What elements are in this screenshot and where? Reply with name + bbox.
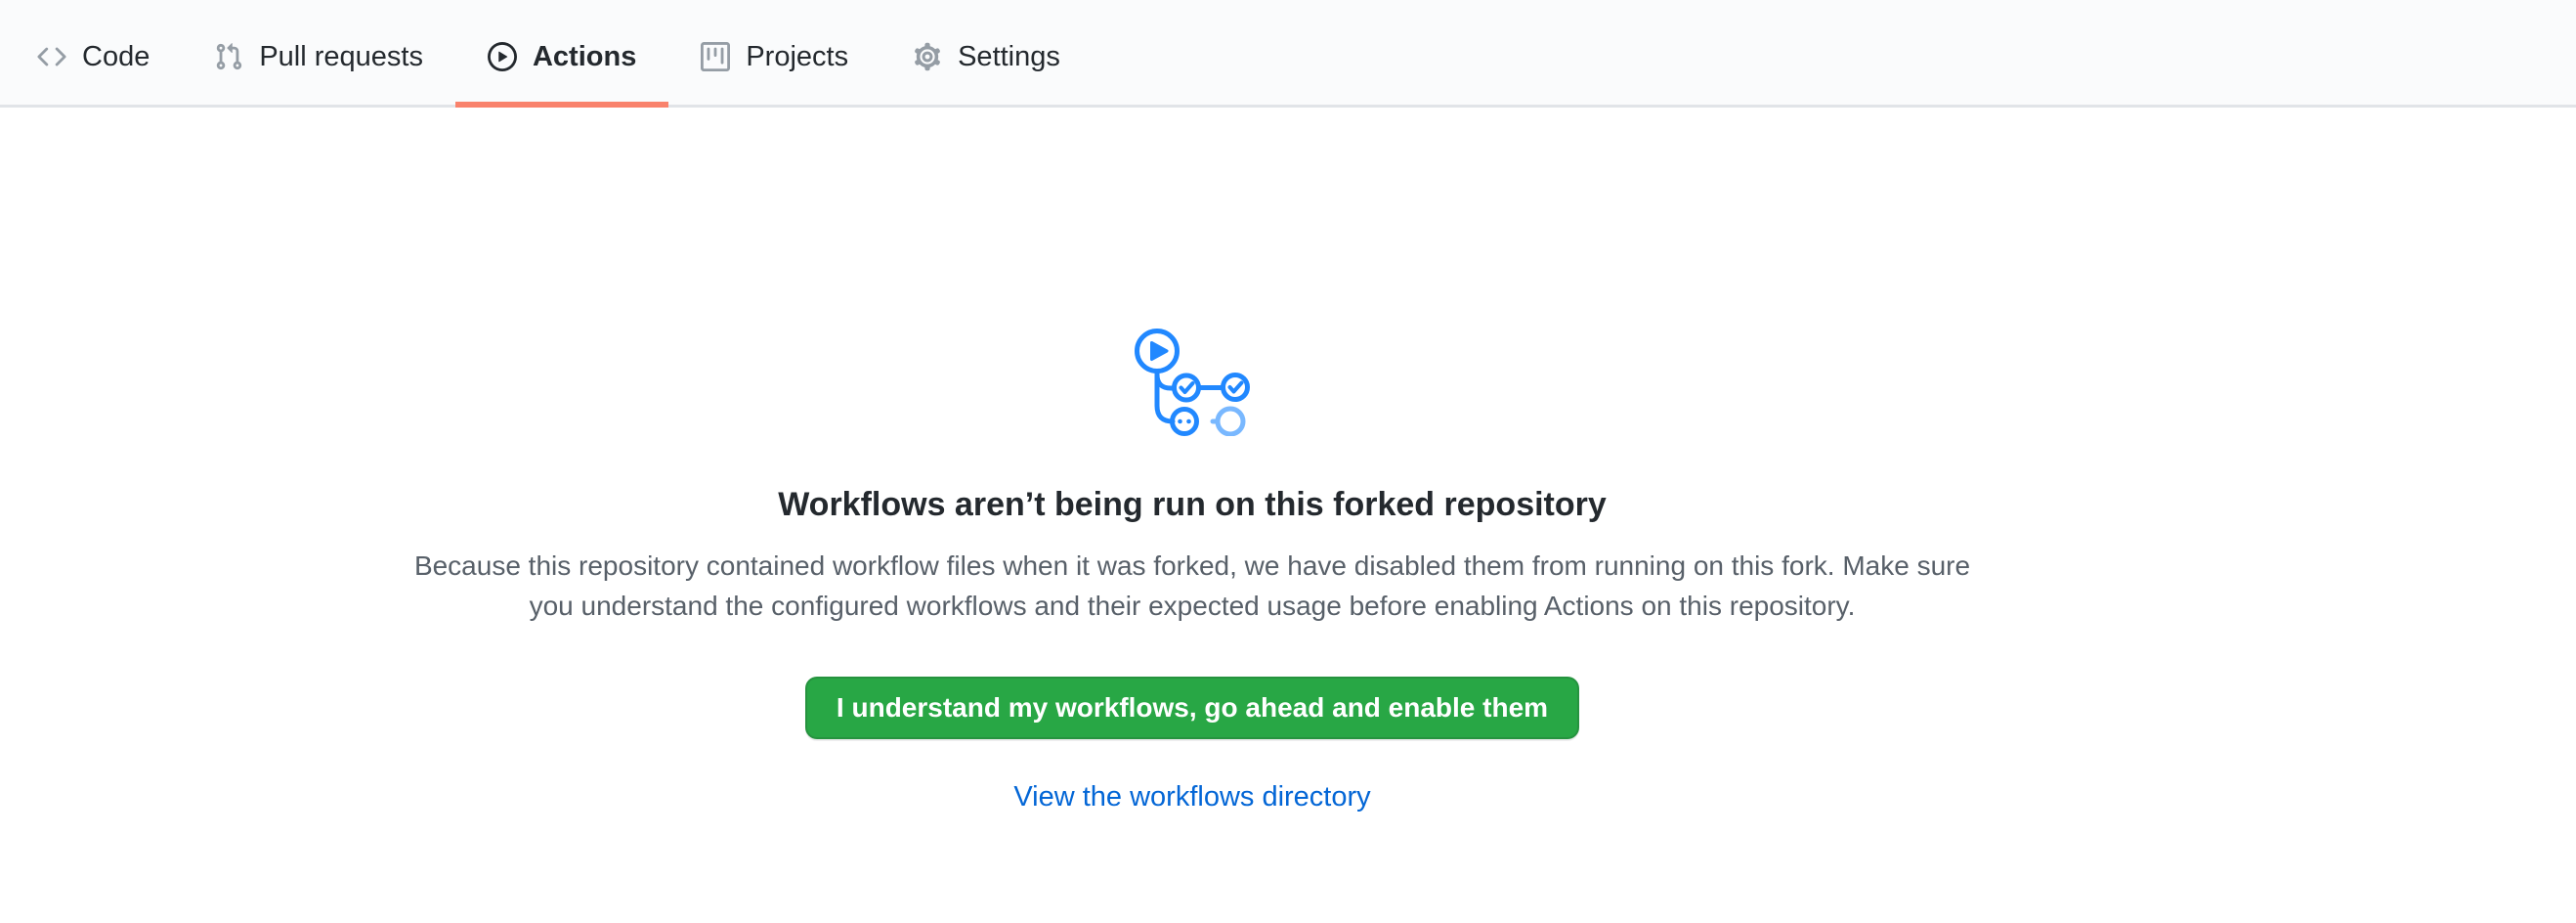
tab-label: Pull requests [259,43,423,71]
repo-tab-nav: Code Pull requests Actions Projects [0,0,2576,108]
tab-label: Actions [533,43,636,71]
tab-label: Projects [746,43,848,71]
project-icon [701,42,730,71]
workflow-graph-icon [0,327,2384,436]
blankslate-description: Because this repository contained workfl… [401,546,1984,626]
tab-code[interactable]: Code [5,0,182,108]
enable-workflows-button[interactable]: I understand my workflows, go ahead and … [805,677,1579,739]
tab-actions[interactable]: Actions [455,0,668,108]
tab-projects[interactable]: Projects [668,0,880,108]
actions-blankslate: Workflows aren’t being run on this forke… [0,327,2384,813]
tab-label: Code [82,43,150,71]
tab-settings[interactable]: Settings [880,0,1093,108]
play-icon [488,42,517,71]
tab-label: Settings [958,43,1060,71]
code-icon [37,42,66,71]
tab-pull-requests[interactable]: Pull requests [182,0,455,108]
gear-icon [913,42,942,71]
blankslate-heading: Workflows aren’t being run on this forke… [0,483,2384,526]
git-pull-request-icon [214,42,243,71]
view-workflows-directory-link[interactable]: View the workflows directory [1013,781,1370,813]
